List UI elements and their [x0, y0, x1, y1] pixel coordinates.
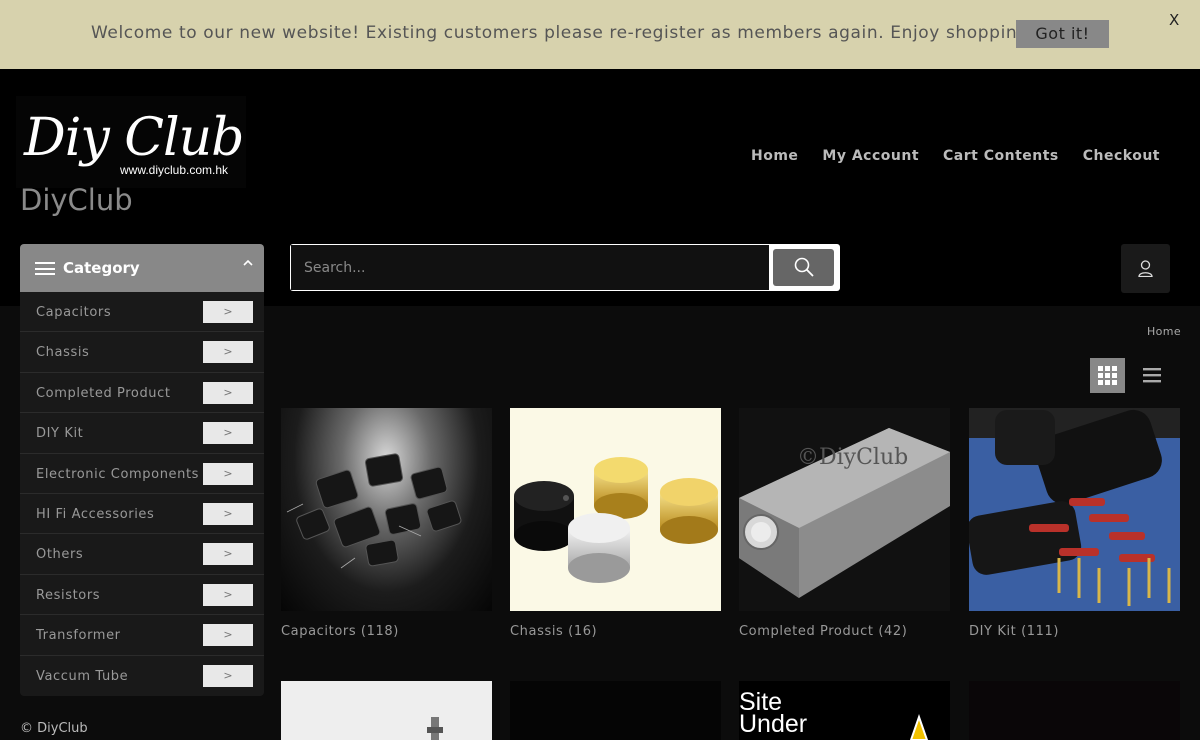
expand-arrow-button[interactable]: >	[203, 502, 253, 525]
product-image-diy-kit[interactable]	[969, 408, 1180, 611]
category-item-electronic-components[interactable]: Electronic Components >	[20, 454, 264, 494]
site-name: DiyClub	[20, 183, 133, 217]
expand-arrow-button[interactable]: >	[203, 543, 253, 566]
category-label: DIY Kit	[36, 426, 84, 442]
category-label: Others	[36, 547, 84, 563]
list-icon	[1143, 368, 1161, 383]
breadcrumb[interactable]: Home	[1147, 325, 1181, 338]
diy-kit-image	[969, 408, 1180, 611]
nav-home[interactable]: Home	[751, 148, 798, 164]
chevron-up-icon	[242, 257, 254, 273]
search-bar	[290, 244, 840, 291]
expand-arrow-button[interactable]: >	[203, 341, 253, 364]
search-button[interactable]	[773, 249, 834, 286]
product-image-completed-product[interactable]: ©DiyClub	[739, 408, 950, 611]
product-image-capacitors[interactable]	[281, 408, 492, 611]
site-logo[interactable]: Diy Club www.diyclub.com.hk	[16, 96, 246, 188]
logo-text: Diy Club	[24, 108, 244, 168]
top-nav: Home My Account Cart Contents Checkout	[751, 148, 1160, 164]
category-label: Transformer	[36, 628, 121, 644]
search-icon	[794, 257, 814, 277]
logo-url: www.diyclub.com.hk	[120, 163, 229, 177]
category-item-capacitors[interactable]: Capacitors >	[20, 292, 264, 333]
product-image-chassis[interactable]	[510, 408, 721, 611]
category-toggle[interactable]: Category	[20, 244, 264, 292]
category-label: Completed Product	[36, 385, 171, 401]
product-image-6[interactable]	[510, 681, 721, 740]
watermark-text: ©DiyClub	[797, 445, 908, 470]
completed-product-image: ©DiyClub	[739, 428, 950, 598]
hamburger-menu-icon	[35, 262, 55, 275]
category-label: Electronic Components	[36, 466, 200, 482]
notice-message: Welcome to our new website! Existing cus…	[91, 23, 1037, 43]
product-image-8[interactable]	[969, 681, 1180, 740]
category-item-resistors[interactable]: Resistors >	[20, 575, 264, 616]
grid-icon	[1098, 366, 1117, 385]
product-label-diy-kit[interactable]: DIY Kit (111)	[969, 624, 1059, 639]
product-label-capacitors[interactable]: Capacitors (118)	[281, 624, 399, 639]
product-image-under-construction[interactable]: Site Under	[739, 681, 950, 740]
expand-arrow-button[interactable]: >	[203, 583, 253, 606]
category-list: Capacitors > Chassis > Completed Product > …	[20, 292, 264, 696]
category-item-others[interactable]: Others >	[20, 534, 264, 575]
capacitors-image	[286, 453, 462, 569]
product-label-completed-product[interactable]: Completed Product (42)	[739, 624, 907, 639]
category-title: Category	[63, 259, 140, 277]
category-label: Capacitors	[36, 305, 112, 320]
search-input[interactable]	[291, 245, 769, 290]
welcome-notice-bar: Welcome to our new website! Existing cus…	[0, 0, 1200, 69]
user-icon	[1138, 260, 1153, 277]
category-item-hifi-accessories[interactable]: HI Fi Accessories >	[20, 494, 264, 535]
category-label: Vaccum Tube	[36, 668, 129, 684]
category-item-chassis[interactable]: Chassis >	[20, 332, 264, 373]
category-label: Resistors	[36, 587, 101, 603]
warning-sign-icon	[909, 713, 929, 740]
category-item-diy-kit[interactable]: DIY Kit >	[20, 413, 264, 454]
got-it-button[interactable]: Got it!	[1016, 20, 1109, 48]
nav-checkout[interactable]: Checkout	[1083, 148, 1160, 164]
product-5-image	[427, 717, 443, 740]
account-button[interactable]	[1121, 244, 1170, 293]
chassis-knobs-image	[514, 457, 718, 583]
expand-arrow-button[interactable]: >	[203, 664, 253, 687]
expand-arrow-button[interactable]: >	[203, 624, 253, 647]
close-notice-icon[interactable]: X	[1169, 11, 1179, 29]
expand-arrow-button[interactable]: >	[203, 381, 253, 404]
category-item-vaccum-tube[interactable]: Vaccum Tube >	[20, 656, 264, 696]
product-label-chassis[interactable]: Chassis (16)	[510, 624, 597, 639]
category-label: HI Fi Accessories	[36, 506, 155, 522]
expand-arrow-button[interactable]: >	[203, 462, 253, 485]
grid-view-button[interactable]	[1090, 358, 1125, 393]
category-label: Chassis	[36, 345, 90, 361]
expand-arrow-button[interactable]: >	[203, 422, 253, 445]
category-item-transformer[interactable]: Transformer >	[20, 615, 264, 656]
nav-my-account[interactable]: My Account	[822, 148, 919, 164]
copyright-text: © DiyClub	[20, 721, 88, 736]
expand-arrow-button[interactable]: >	[203, 301, 253, 323]
nav-cart-contents[interactable]: Cart Contents	[943, 148, 1059, 164]
category-item-completed-product[interactable]: Completed Product >	[20, 373, 264, 414]
list-view-button[interactable]	[1135, 358, 1170, 393]
product-image-5[interactable]	[281, 681, 492, 740]
